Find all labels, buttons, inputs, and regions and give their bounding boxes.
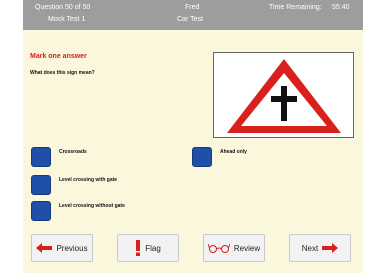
answer-option-crossroads[interactable]: Crossroads <box>31 147 87 167</box>
answer-option-level-crossing-with-gate[interactable]: Level crossing with gate <box>31 175 117 195</box>
answer-label: Level crossing with gate <box>59 177 118 183</box>
time-remaining-value: 55:40 <box>332 4 350 11</box>
review-label: Review <box>233 243 261 253</box>
answer-checkbox[interactable] <box>192 147 212 167</box>
time-remaining-label: Time Remaining: <box>269 4 322 11</box>
arrow-right-icon <box>322 243 339 253</box>
test-name: Mock Test 1 <box>48 16 86 23</box>
header-bar: Question 50 of 50 Mock Test 1 Fred Car T… <box>23 0 363 30</box>
test-type: Car Test <box>177 16 203 23</box>
arrow-left-icon <box>36 243 53 253</box>
answer-checkbox[interactable] <box>31 201 51 221</box>
candidate-name: Fred <box>185 4 200 11</box>
answer-checkbox[interactable] <box>31 147 51 167</box>
exclamation-icon <box>136 240 141 256</box>
review-button[interactable]: Review <box>203 234 265 262</box>
flag-button[interactable]: Flag <box>117 234 179 262</box>
question-counter: Question 50 of 50 <box>35 4 91 11</box>
glasses-icon <box>207 243 230 253</box>
instruction-text: Mark one answer <box>30 53 87 60</box>
crossroads-warning-sign-icon <box>227 59 341 133</box>
next-label: Next <box>301 243 319 253</box>
answer-label: Crossroads <box>59 149 87 155</box>
answer-label: Ahead only <box>220 149 247 155</box>
answer-checkbox[interactable] <box>31 175 51 195</box>
answer-option-ahead-only[interactable]: Ahead only <box>192 147 247 167</box>
answer-label: Level crossing without gate <box>59 203 125 209</box>
question-text: What does this sign mean? <box>30 70 95 76</box>
previous-button[interactable]: Previous <box>31 234 93 262</box>
answer-option-level-crossing-without-gate[interactable]: Level crossing without gate <box>31 201 125 221</box>
next-button[interactable]: Next <box>289 234 351 262</box>
sign-image <box>213 52 354 138</box>
flag-label: Flag <box>145 243 161 253</box>
previous-label: Previous <box>56 243 88 253</box>
test-window: Question 50 of 50 Mock Test 1 Fred Car T… <box>23 0 363 273</box>
